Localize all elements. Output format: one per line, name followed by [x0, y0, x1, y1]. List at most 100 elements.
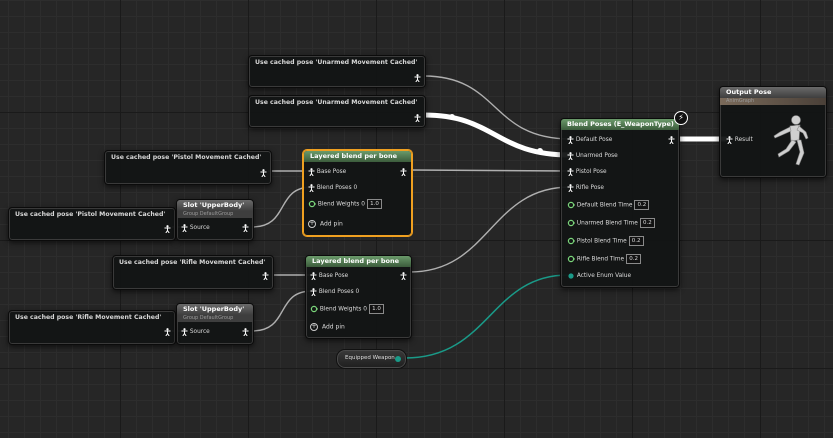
output-pose-pin[interactable]: [242, 223, 249, 233]
add-pin-button[interactable]: + Add pin: [308, 220, 343, 228]
node-title: Use cached pose 'Unarmed Movement Cached…: [255, 99, 418, 106]
output-pose-pin[interactable]: [164, 327, 171, 337]
pin-label: Unarmed Blend Time: [576, 220, 638, 227]
wire-flow-dot: [449, 114, 455, 120]
plus-icon: +: [308, 220, 316, 228]
output-pose-pin[interactable]: [260, 168, 267, 178]
pin-label: Default Pose: [575, 137, 613, 143]
result-pin[interactable]: Result: [726, 135, 753, 145]
unarmed-pose-pin[interactable]: Unarmed Pose: [567, 151, 618, 161]
enum-output-pin[interactable]: [395, 356, 401, 362]
output-pose-pin[interactable]: [414, 73, 421, 83]
node-title: Layered blend per bone: [306, 256, 411, 267]
enum-pin-icon: [568, 272, 574, 279]
pin-label: Pistol Blend Time: [576, 238, 627, 245]
pose-icon: [181, 327, 188, 336]
add-pin-label: Add pin: [320, 220, 343, 228]
wire-unarmed-active: [423, 112, 571, 158]
blend-poses-node[interactable]: Blend Poses (E_WeaponType) Default Pose …: [560, 118, 680, 288]
blend-weights-pin[interactable]: Blend Weights 0 1.0: [308, 199, 382, 209]
blend-weight-field[interactable]: 1.0: [366, 199, 382, 209]
float-pin-icon: [310, 305, 318, 313]
blend-weights-pin[interactable]: Blend Weights 0 1.0: [310, 304, 384, 314]
pin-label: Rifle Blend Time: [576, 256, 625, 263]
pose-icon: [242, 223, 249, 232]
rifle-blend-time-pin[interactable]: Rifle Blend Time 0.2: [567, 254, 642, 264]
output-pose-pin[interactable]: [400, 167, 407, 177]
node-title: Use cached pose 'Rifle Movement Cached': [119, 259, 266, 266]
blend-time-field[interactable]: 0.2: [639, 218, 655, 228]
plus-icon: +: [310, 323, 318, 331]
blend-time-field[interactable]: 0.2: [628, 236, 644, 246]
variable-label: Equipped Weapon: [345, 355, 395, 361]
cached-pose-node-pistol-1[interactable]: Use cached pose 'Pistol Movement Cached': [104, 150, 272, 185]
default-pose-pin[interactable]: Default Pose: [567, 135, 612, 145]
pose-icon: [567, 183, 574, 192]
float-pin-icon: [308, 200, 316, 208]
pose-icon: [400, 271, 407, 280]
blend-weight-field[interactable]: 1.0: [368, 304, 384, 314]
slot-node-upperbody-2[interactable]: Slot 'UpperBody' Group DefaultGroup Sour…: [176, 303, 254, 345]
blend-poses-pin[interactable]: Blend Poses 0: [310, 287, 359, 297]
cached-pose-node-unarmed-1[interactable]: Use cached pose 'Unarmed Movement Cached…: [248, 55, 426, 88]
pose-icon: [242, 327, 249, 336]
cached-pose-node-rifle-1[interactable]: Use cached pose 'Rifle Movement Cached': [112, 255, 274, 290]
pin-label: Unarmed Pose: [575, 153, 618, 159]
pose-icon: [414, 113, 421, 122]
base-pose-pin[interactable]: Base Pose: [308, 167, 346, 177]
output-pose-pin[interactable]: [400, 271, 407, 281]
pin-label: Base Pose: [318, 273, 349, 279]
node-subtitle: Group DefaultGroup: [177, 211, 253, 218]
pose-icon: [308, 183, 315, 192]
output-pose-pin[interactable]: [414, 113, 421, 123]
source-pin[interactable]: Source: [181, 223, 210, 233]
node-title: Use cached pose 'Rifle Movement Cached': [15, 314, 162, 321]
blend-time-field[interactable]: 0.2: [626, 254, 642, 264]
pose-icon: [181, 223, 188, 232]
pin-label: Source: [189, 329, 210, 335]
equipped-weapon-variable[interactable]: Equipped Weapon: [336, 349, 407, 369]
pin-label: Result: [734, 137, 753, 143]
output-pose-pin[interactable]: [262, 271, 269, 281]
wire-unarmed-to-default: [423, 75, 571, 140]
node-title: Slot 'UpperBody': [177, 200, 253, 211]
cached-pose-node-rifle-2[interactable]: Use cached pose 'Rifle Movement Cached': [8, 310, 176, 345]
output-pose-pin[interactable]: [668, 135, 675, 145]
pin-label: Blend Poses 0: [318, 289, 360, 295]
pose-icon: [310, 287, 317, 296]
pin-label: Pistol Pose: [575, 169, 607, 175]
slot-node-upperbody-1[interactable]: Slot 'UpperBody' Group DefaultGroup Sour…: [176, 199, 254, 241]
pose-icon: [260, 168, 267, 177]
output-pose-pin[interactable]: [164, 224, 171, 234]
wire-layered2-to-rifle: [409, 186, 571, 273]
pistol-pose-pin[interactable]: Pistol Pose: [567, 167, 607, 177]
wire-layered-to-pistol: [409, 169, 571, 172]
pose-icon: [310, 271, 317, 280]
blend-time-field[interactable]: 0.2: [634, 200, 650, 210]
layered-blend-node-1[interactable]: Layered blend per bone Base Pose Blend P…: [303, 150, 412, 236]
node-title: Slot 'UpperBody': [177, 304, 253, 315]
unarmed-blend-time-pin[interactable]: Unarmed Blend Time 0.2: [567, 218, 655, 228]
output-pose-pin[interactable]: [242, 327, 249, 337]
cached-pose-node-pistol-2[interactable]: Use cached pose 'Pistol Movement Cached': [8, 207, 176, 241]
active-enum-pin[interactable]: Active Enum Value: [567, 271, 631, 281]
pose-icon: [164, 224, 171, 233]
fast-path-icon: ⚡: [674, 111, 688, 125]
source-pin[interactable]: Source: [181, 327, 210, 337]
pistol-blend-time-pin[interactable]: Pistol Blend Time 0.2: [567, 236, 644, 246]
blend-poses-pin[interactable]: Blend Poses 0: [308, 183, 357, 193]
pose-icon: [567, 167, 574, 176]
float-pin-icon: [567, 237, 575, 245]
pin-label: Source: [189, 225, 210, 231]
default-blend-time-pin[interactable]: Default Blend Time 0.2: [567, 200, 650, 210]
add-pin-button[interactable]: + Add pin: [310, 323, 345, 331]
cached-pose-node-unarmed-2[interactable]: Use cached pose 'Unarmed Movement Cached…: [248, 95, 426, 128]
layered-blend-node-2[interactable]: Layered blend per bone Base Pose Blend P…: [305, 255, 412, 339]
node-title: Output Pose: [720, 87, 826, 98]
pin-label: Rifle Pose: [575, 185, 604, 191]
node-title: Use cached pose 'Unarmed Movement Cached…: [255, 59, 418, 66]
rifle-pose-pin[interactable]: Rifle Pose: [567, 183, 604, 193]
pin-label: Default Blend Time: [576, 202, 633, 209]
base-pose-pin[interactable]: Base Pose: [310, 271, 348, 281]
float-pin-icon: [567, 201, 575, 209]
